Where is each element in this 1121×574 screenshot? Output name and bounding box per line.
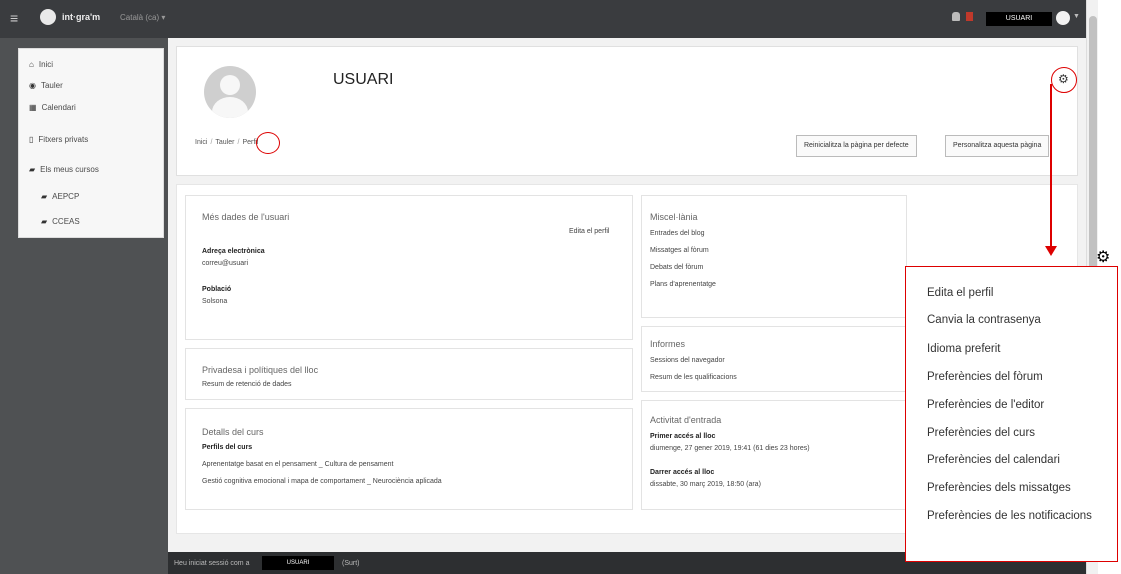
breadcrumb-home[interactable]: Inici — [195, 139, 207, 146]
nav-drawer: ⌂ Inici ◉ Tauler ▦ Calendari ▯ Fitxers priva… — [18, 48, 164, 238]
hamburger-icon[interactable]: ≡ — [10, 10, 18, 26]
email-value: correu@usuari — [202, 260, 249, 267]
sidebar-item-label: CCEAS — [52, 217, 80, 226]
miscellany-section: Miscel·lània Entrades del blog Missatges… — [641, 195, 907, 318]
last-access-label: Darrer accés al lloc — [650, 469, 715, 476]
sidebar-item-label: Calendari — [41, 103, 76, 112]
menu-item-change-password[interactable]: Canvia la contrasenya — [927, 314, 1041, 326]
graduation-cap-icon: ▰ — [41, 192, 48, 201]
graduation-cap-icon: ▰ — [41, 217, 48, 226]
privacy-section: Privadesa i polítiques del lloc Resum de… — [185, 348, 633, 400]
sidebar-item-files[interactable]: ▯ Fitxers privats — [29, 135, 88, 144]
section-title: Activitat d'entrada — [650, 415, 722, 425]
forum-posts-link[interactable]: Missatges al fòrum — [650, 247, 709, 254]
user-details-section: Més dades de l'usuari Edita el perfil Ad… — [185, 195, 633, 340]
last-access-value: dissabte, 30 març 2019, 18:50 (ara) — [650, 481, 761, 488]
login-activity-section: Activitat d'entrada Primer accés al lloc… — [641, 400, 907, 510]
language-selector[interactable]: Català (ca) ▾ — [120, 13, 165, 22]
forum-discussions-link[interactable]: Debats del fòrum — [650, 264, 703, 271]
user-menu-name[interactable]: USUARI — [986, 12, 1052, 26]
scrollbar-thumb[interactable] — [1089, 16, 1097, 276]
sidebar-item-label: Fitxers privats — [38, 135, 89, 144]
page-title: USUARI — [333, 71, 394, 88]
logout-link[interactable]: (Surt) — [342, 560, 360, 567]
sidebar-item-calendar[interactable]: ▦ Calendari — [29, 103, 76, 112]
learning-plans-link[interactable]: Plans d'aprenentatge — [650, 281, 716, 288]
first-access-value: diumenge, 27 gener 2019, 19:41 (61 dies … — [650, 445, 810, 452]
browser-sessions-link[interactable]: Sessions del navegador — [650, 357, 725, 364]
sidebar-item-dashboard[interactable]: ◉ Tauler — [29, 81, 63, 90]
reports-section: Informes Sessions del navegador Resum de… — [641, 326, 907, 392]
home-icon: ⌂ — [29, 60, 34, 69]
edit-profile-link[interactable]: Edita el perfil — [569, 228, 609, 235]
annotation-circle-breadcrumb — [256, 132, 280, 154]
first-access-label: Primer accés al lloc — [650, 433, 716, 440]
grades-overview-link[interactable]: Resum de les qualificacions — [650, 374, 737, 381]
customize-page-button[interactable]: Personalitza aquesta pàgina — [945, 135, 1050, 157]
logged-in-text: Heu iniciat sessió com a — [174, 560, 250, 567]
notification-bell-icon[interactable] — [952, 12, 960, 21]
footer-user-name[interactable]: USUARI — [262, 556, 334, 570]
breadcrumb-separator: / — [210, 139, 213, 146]
sidebar-item-label: Inici — [38, 60, 54, 69]
town-label: Població — [202, 286, 232, 293]
course-details-section: Detalls del curs Perfils del curs Aprene… — [185, 408, 633, 510]
town-value: Solsona — [202, 298, 228, 305]
site-logo-icon[interactable] — [40, 9, 56, 25]
annotation-circle-gear: ⚙ — [1051, 67, 1077, 93]
gear-icon: ⚙ — [1096, 249, 1111, 266]
menu-item-forum-preferences[interactable]: Preferències del fòrum — [927, 371, 1043, 383]
section-title: Miscel·lània — [650, 212, 698, 222]
profile-avatar — [204, 66, 256, 118]
course-link[interactable]: Aprenentatge basat en el pensament _ Cul… — [202, 461, 393, 468]
data-retention-link[interactable]: Resum de retenció de dades — [202, 381, 292, 388]
menu-item-calendar-preferences[interactable]: Preferències del calendari — [927, 454, 1060, 466]
top-navbar: ≡ int·gra'm Català (ca) ▾ USUARI ▼ — [0, 0, 1086, 38]
sidebar-item-home[interactable]: ⌂ Inici — [29, 60, 53, 69]
section-title: Informes — [650, 339, 686, 349]
menu-item-course-preferences[interactable]: Preferències del curs — [927, 427, 1035, 439]
section-title: Privadesa i polítiques del lloc — [202, 365, 319, 375]
sidebar-item-label: AEPCP — [52, 192, 80, 201]
sidebar-item-label: Tauler — [40, 81, 63, 90]
menu-item-editor-preferences[interactable]: Preferències de l'editor — [927, 399, 1044, 411]
menu-item-notification-preferences[interactable]: Preferències de les notificacions — [927, 510, 1092, 522]
sidebar-item-course-cceas[interactable]: ▰ CCEAS — [41, 217, 80, 226]
menu-item-preferred-language[interactable]: Idioma preferit — [927, 343, 1001, 355]
annotation-arrow-line — [1050, 84, 1052, 250]
sidebar-item-label: Els meus cursos — [40, 165, 99, 174]
section-title: Més dades de l'usuari — [202, 212, 290, 222]
sidebar-item-my-courses[interactable]: ▰ Els meus cursos — [29, 165, 99, 174]
reset-page-button[interactable]: Reinicialitza la pàgina per defecte — [796, 135, 917, 157]
breadcrumb-dashboard[interactable]: Tauler — [215, 139, 234, 146]
course-profiles-label: Perfils del curs — [202, 444, 253, 451]
user-avatar[interactable] — [1056, 11, 1070, 25]
file-icon: ▯ — [29, 135, 34, 144]
messages-icon[interactable] — [966, 12, 973, 21]
email-label: Adreça electrònica — [202, 248, 265, 255]
menu-item-edit-profile[interactable]: Edita el perfil — [927, 287, 993, 299]
gear-icon[interactable]: ⚙ — [1058, 72, 1069, 86]
section-title: Detalls del curs — [202, 427, 264, 437]
annotation-arrow-head — [1045, 246, 1057, 256]
blog-entries-link[interactable]: Entrades del blog — [650, 230, 704, 237]
menu-item-message-preferences[interactable]: Preferències dels missatges — [927, 482, 1071, 494]
chevron-down-icon[interactable]: ▼ — [1073, 13, 1080, 20]
preferences-menu: Edita el perfil Canvia la contrasenya Id… — [905, 266, 1118, 562]
calendar-icon: ▦ — [29, 103, 37, 112]
course-link[interactable]: Gestió cognitiva emocional i mapa de com… — [202, 478, 442, 485]
sidebar-item-course-aepcp[interactable]: ▰ AEPCP — [41, 192, 79, 201]
site-logo-text[interactable]: int·gra'm — [62, 12, 100, 22]
breadcrumb-separator: / — [237, 139, 240, 146]
dashboard-icon: ◉ — [29, 81, 36, 90]
breadcrumb: Inici / Tauler / Perfil — [195, 139, 258, 146]
page-header: USUARI Inici / Tauler / Perfil ⚙ Reinicialit… — [176, 46, 1078, 176]
graduation-cap-icon: ▰ — [29, 165, 36, 174]
